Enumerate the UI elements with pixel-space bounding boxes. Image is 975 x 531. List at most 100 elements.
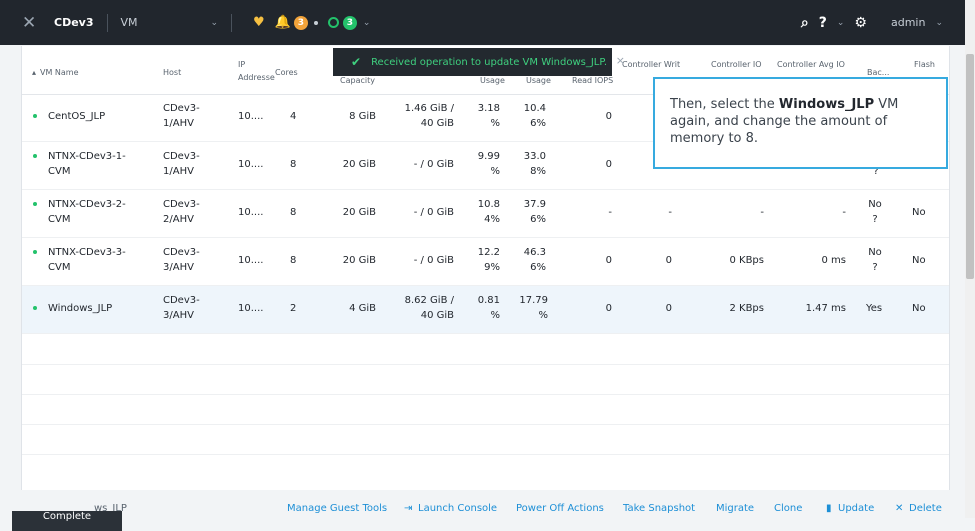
storage: 8.62 GiB / 40 GiB <box>404 295 454 321</box>
section-dropdown[interactable]: VM <box>121 16 211 29</box>
controller-iops: - <box>668 207 672 218</box>
column-vm-name[interactable]: VM Name <box>40 66 79 79</box>
controller-iops: 0 <box>665 255 672 266</box>
delete-link[interactable]: Delete <box>909 503 942 514</box>
cores: 8 <box>290 255 297 266</box>
host: CDev3-3/AHV <box>163 247 200 273</box>
delete-x-icon[interactable]: ✕ <box>895 503 903 514</box>
storage: - / 0 GiB <box>413 159 454 170</box>
health-icon[interactable]: ♥ <box>253 15 265 30</box>
gear-icon[interactable]: ⚙ <box>854 15 867 31</box>
flash: No <box>912 303 926 314</box>
memory: 8 GiB <box>349 111 376 122</box>
host: CDev3-2/AHV <box>163 199 200 225</box>
notification-toast: ✔ Received operation to update VM Window… <box>333 48 625 76</box>
vm-name[interactable]: NTNX-CDev3-1-CVM <box>48 149 148 179</box>
cpu-usage: 0.81 % <box>477 295 500 321</box>
empty-row <box>22 424 949 455</box>
alert-count-badge[interactable]: 3 <box>293 15 308 30</box>
backup: No ? <box>868 247 882 273</box>
clone-link[interactable]: Clone <box>774 503 802 514</box>
callout-vm-name: Windows_JLP <box>778 97 875 112</box>
divider <box>231 13 233 32</box>
controller-iops: 0 <box>665 303 672 314</box>
task-status-icon[interactable] <box>327 17 339 28</box>
read-iops: 0 <box>605 111 612 122</box>
status-dot <box>33 154 37 158</box>
status-dot <box>33 250 37 254</box>
power-off-actions-link[interactable]: Power Off Actions <box>516 503 604 514</box>
storage: - / 0 GiB <box>413 207 454 218</box>
cluster-name[interactable]: CDev3 <box>54 16 94 29</box>
user-menu[interactable]: admin <box>891 16 925 29</box>
column-controller-write[interactable]: Controller Writ <box>622 58 688 71</box>
memory: 20 GiB <box>342 207 376 218</box>
vm-name[interactable]: CentOS_JLP <box>48 109 105 124</box>
update-link[interactable]: Update <box>838 503 874 514</box>
search-icon[interactable]: ⌕ <box>801 15 809 31</box>
vm-name[interactable]: NTNX-CDev3-2-CVM <box>48 197 148 227</box>
launch-console-link[interactable]: Launch Console <box>418 503 497 514</box>
host: CDev3-1/AHV <box>163 103 200 129</box>
ip-address: 10.... <box>238 111 264 122</box>
vm-name[interactable]: NTNX-CDev3-3-CVM <box>48 245 148 275</box>
memory-usage: 46.3 6% <box>523 247 546 273</box>
toast-message: Received operation to update VM Windows_… <box>371 56 608 68</box>
read-iops: - <box>608 207 612 218</box>
nutanix-logo-icon[interactable]: ✕ <box>22 13 40 33</box>
migrate-link[interactable]: Migrate <box>716 503 754 514</box>
task-count-badge[interactable]: 3 <box>342 15 357 30</box>
controller-bandwidth: 2 KBps <box>729 303 764 314</box>
manage-guest-tools-link[interactable]: Manage Guest Tools <box>287 503 387 514</box>
close-icon[interactable]: × <box>616 54 625 67</box>
read-iops: 0 <box>605 303 612 314</box>
column-ip[interactable]: IP Addresse <box>238 58 276 84</box>
page-scrollbar[interactable] <box>965 0 975 518</box>
table-row[interactable]: NTNX-CDev3-3-CVM CDev3-3/AHV 10.... 8 20… <box>22 238 949 286</box>
chevron-down-icon[interactable]: ⌄ <box>211 18 219 28</box>
console-icon[interactable]: ⇥ <box>404 503 412 514</box>
controller-latency: 0 ms <box>821 255 847 266</box>
sort-asc-icon[interactable]: ▴ <box>32 66 36 79</box>
host: CDev3-3/AHV <box>163 295 200 321</box>
vm-name[interactable]: Windows_JLP <box>48 301 112 316</box>
flash: No <box>912 207 926 218</box>
empty-row <box>22 334 949 365</box>
backup: No ? <box>868 199 882 225</box>
dot-separator <box>313 20 318 25</box>
cpu-usage: 10.8 4% <box>477 199 500 225</box>
scrollbar-thumb[interactable] <box>966 54 974 279</box>
status-dot <box>33 306 37 310</box>
memory-usage: 37.9 6% <box>523 199 546 225</box>
ip-address: 10.... <box>238 255 264 266</box>
memory: 20 GiB <box>342 255 376 266</box>
cores: 8 <box>290 159 297 170</box>
callout-text: Then, select the Windows_JLP VM again, a… <box>670 96 935 147</box>
column-controller-io[interactable]: Controller IO <box>711 58 762 71</box>
top-right-controls: ⌕ ? ⌄ ⚙ admin ⌄ <box>801 0 943 45</box>
empty-row <box>22 364 949 395</box>
cpu-usage: 12.2 9% <box>477 247 500 273</box>
action-bar: ws_JLP Manage Guest Tools ⇥ Launch Conso… <box>0 490 965 518</box>
help-icon[interactable]: ? <box>819 15 827 31</box>
memory-usage: 33.0 8% <box>523 151 546 177</box>
memory-usage: 10.4 6% <box>523 103 546 129</box>
backup: Yes <box>866 303 883 314</box>
take-snapshot-link[interactable]: Take Snapshot <box>623 503 695 514</box>
column-cores[interactable]: Cores <box>275 66 298 79</box>
chevron-down-icon[interactable]: ⌄ <box>837 18 845 28</box>
column-controller-avg-io[interactable]: Controller Avg IO <box>777 58 845 71</box>
pencil-icon[interactable]: ▮ <box>826 503 832 514</box>
chevron-down-icon[interactable]: ⌄ <box>363 18 371 28</box>
chevron-down-icon[interactable]: ⌄ <box>935 18 943 28</box>
column-flash[interactable]: Flash <box>914 58 935 71</box>
complete-status-tab[interactable]: Complete <box>12 511 122 531</box>
bell-icon[interactable]: 🔔 <box>275 15 291 30</box>
complete-label: Complete <box>42 511 92 522</box>
table-row-selected[interactable]: Windows_JLP CDev3-3/AHV 10.... 2 4 GiB 8… <box>22 286 949 334</box>
table-row[interactable]: NTNX-CDev3-2-CVM CDev3-2/AHV 10.... 8 20… <box>22 190 949 238</box>
cores: 4 <box>290 111 297 122</box>
column-host[interactable]: Host <box>163 66 181 79</box>
storage: - / 0 GiB <box>413 255 454 266</box>
cores: 8 <box>290 207 297 218</box>
